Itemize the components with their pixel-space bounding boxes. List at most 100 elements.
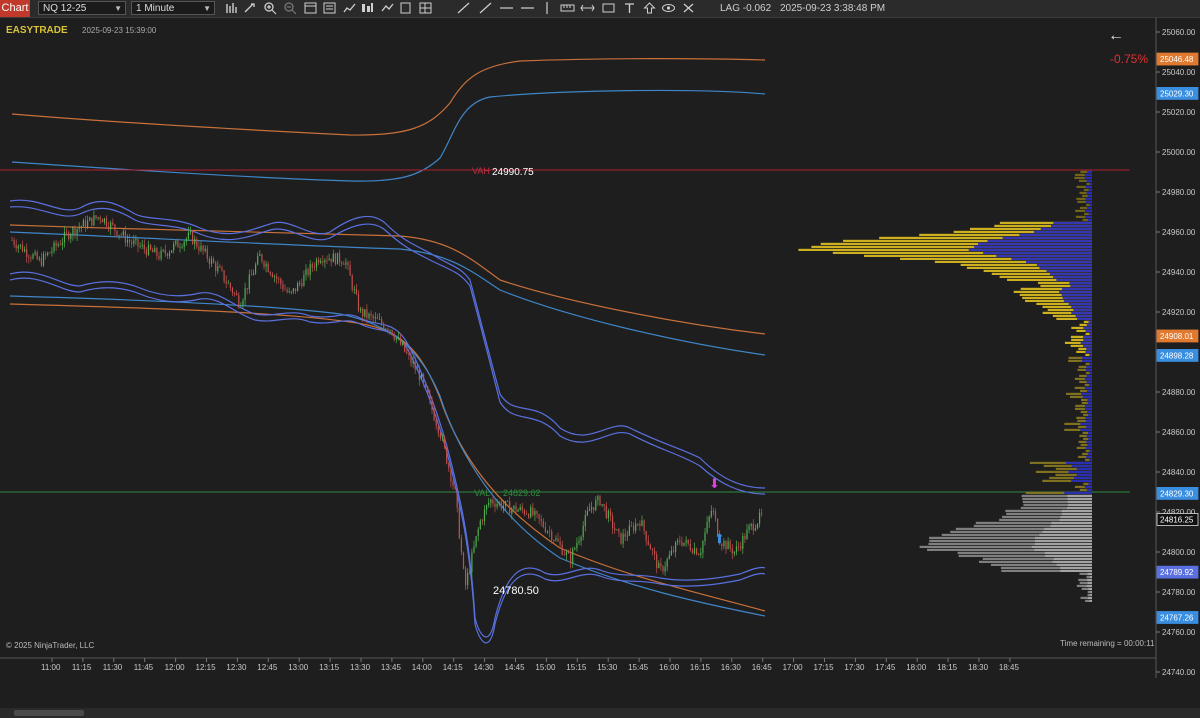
chart-trader-icon[interactable] <box>380 1 395 15</box>
candle-body <box>59 244 61 246</box>
candle-body <box>284 289 286 291</box>
price-tick-label: 24840.00 <box>1162 468 1196 477</box>
instrument-select[interactable]: NQ 12-25 ▼ <box>38 1 126 15</box>
candle-body <box>576 542 578 549</box>
candle-body <box>271 274 273 278</box>
strategies-icon[interactable] <box>360 1 375 15</box>
candle-body <box>292 288 294 292</box>
profile-bar-inner <box>1084 377 1092 380</box>
candle-body <box>246 288 248 290</box>
price-marker-label: 24767.26 <box>1160 613 1194 622</box>
candle-body <box>19 244 21 247</box>
profile-bar-inner <box>1082 395 1092 398</box>
data-box-icon[interactable] <box>303 1 318 15</box>
instrument-value: NQ 12-25 <box>43 3 87 14</box>
candle-body <box>412 361 414 364</box>
eye-icon[interactable] <box>661 1 676 15</box>
profile-bar-inner <box>1086 347 1092 350</box>
candle-body <box>614 528 616 531</box>
candle-body <box>309 264 311 276</box>
candle-body <box>326 259 328 261</box>
candle-body <box>423 374 425 383</box>
profile-bar-inner <box>1067 497 1092 500</box>
time-remaining: Time remaining = 00:00:11 <box>1060 639 1155 648</box>
candle-body <box>349 265 351 276</box>
candle-body <box>397 337 399 339</box>
ray-tool-icon[interactable] <box>478 1 493 15</box>
candle-body <box>303 275 305 287</box>
arrow-up-tool-icon[interactable] <box>642 1 657 15</box>
grid-icon[interactable] <box>418 1 433 15</box>
profile-bar-inner <box>1076 467 1092 470</box>
candle-body <box>735 546 738 552</box>
candle-body <box>704 532 706 542</box>
candle-body <box>761 512 763 514</box>
profile-bar-inner <box>1086 191 1092 194</box>
candle-body <box>135 238 137 241</box>
price-tick-label: 25040.00 <box>1162 68 1196 77</box>
profile-bar-inner <box>1065 461 1092 464</box>
candle-body <box>609 511 612 517</box>
profile-bar-inner <box>1087 398 1092 401</box>
candle-body <box>234 293 236 294</box>
candle-body <box>605 506 607 519</box>
zoom-in-icon[interactable] <box>263 1 278 15</box>
rectangle-tool-icon[interactable] <box>601 1 616 15</box>
chart-tab[interactable]: Chart <box>0 0 30 17</box>
candle-body <box>351 275 353 290</box>
profile-bar-inner <box>1089 458 1092 461</box>
candle-body <box>362 308 364 317</box>
candle-body <box>28 256 30 258</box>
candle-body <box>282 284 284 290</box>
profile-bar-inner <box>1088 383 1092 386</box>
profile-bar-inner <box>987 239 1092 242</box>
candle-body <box>120 234 122 236</box>
profile-bar-inner <box>1083 338 1092 341</box>
indicators-icon[interactable] <box>342 1 357 15</box>
vertical-line-icon[interactable] <box>540 1 555 15</box>
time-tick-label: 14:00 <box>412 663 433 672</box>
candle-body <box>141 244 143 247</box>
bars-type-icon[interactable] <box>224 1 239 15</box>
remove-drawings-icon[interactable] <box>681 1 696 15</box>
line-tool-icon[interactable] <box>456 1 471 15</box>
candle-body <box>536 511 538 515</box>
candle-body <box>15 244 17 249</box>
draw-tool-icon[interactable] <box>242 1 257 15</box>
candle-body <box>677 540 679 543</box>
horizontal-line-icon[interactable] <box>499 1 514 15</box>
candle-body <box>150 244 152 250</box>
time-tick-label: 14:30 <box>474 663 495 672</box>
profile-bar-inner <box>1080 428 1092 431</box>
price-chart[interactable]: VAH 24990.75 VAL 24829.02 ⬇ ⬆ 24780.50 E… <box>0 18 1200 708</box>
candle-body <box>131 242 133 244</box>
profile-bar-inner <box>1089 203 1092 206</box>
properties-icon[interactable] <box>322 1 337 15</box>
profile-bar-inner <box>1080 341 1092 344</box>
zoom-out-icon[interactable] <box>283 1 298 15</box>
candle-body <box>712 510 714 512</box>
text-tool-icon[interactable] <box>622 1 637 15</box>
profile-bar-inner <box>1039 266 1092 269</box>
ruler-icon[interactable] <box>560 1 575 15</box>
candle-body <box>223 270 225 282</box>
profile-bar-inner <box>1087 452 1092 455</box>
horizontal-scrollbar[interactable] <box>0 708 1200 718</box>
extended-line-icon[interactable] <box>520 1 535 15</box>
templates-icon[interactable] <box>398 1 413 15</box>
interval-select[interactable]: 1 Minute ▼ <box>131 1 215 15</box>
candle-body <box>574 548 576 550</box>
buy-signal-icon: ⬆ <box>714 531 725 546</box>
candle-body <box>435 420 437 426</box>
time-tick-label: 13:30 <box>350 663 371 672</box>
arrow-left-icon[interactable]: ← <box>1108 27 1124 44</box>
candle-body <box>740 546 742 549</box>
candle-body <box>368 313 370 318</box>
price-marker-label: 25046.48 <box>1160 55 1194 64</box>
candle-body <box>196 238 198 247</box>
measure-icon[interactable] <box>580 1 595 15</box>
candle-body <box>318 259 320 263</box>
chart-toolbar: Chart NQ 12-25 ▼ 1 Minute ▼ LAG -0.062 2… <box>0 0 1200 18</box>
candle-body <box>238 295 240 307</box>
scrollbar-thumb[interactable] <box>14 710 84 716</box>
